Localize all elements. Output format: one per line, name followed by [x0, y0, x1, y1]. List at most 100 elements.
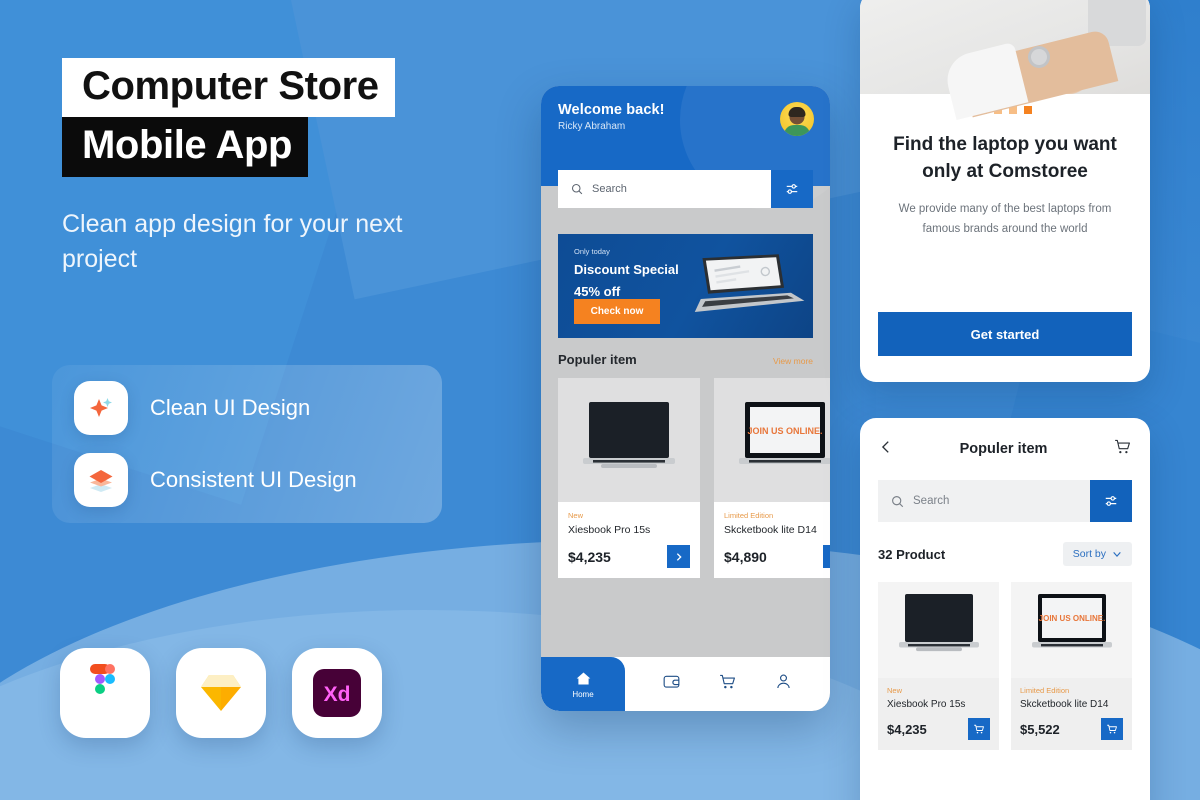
- chevron-left-icon: [881, 440, 889, 453]
- sort-by-label: Sort by: [1072, 548, 1106, 560]
- tab-wallet[interactable]: [662, 672, 681, 696]
- add-to-cart-button[interactable]: [968, 718, 990, 740]
- bottom-tab-bar: Home: [541, 657, 830, 711]
- cart-icon: [1107, 724, 1117, 734]
- grid-product-info: New Xiesbook Pro 15s $4,235: [878, 678, 999, 750]
- grid-product-image: JOIN US ONLINE.: [1011, 582, 1132, 678]
- tab-group: [625, 672, 830, 696]
- svg-text:JOIN US ONLINE.: JOIN US ONLINE.: [747, 426, 822, 436]
- grid-product-name: Xiesbook Pro 15s: [887, 699, 966, 710]
- product-info: Limited Edition Skcketbook lite D14 $4,8…: [714, 502, 830, 578]
- grid-product-card[interactable]: JOIN US ONLINE. Limited Edition Skcketbo…: [1011, 582, 1132, 750]
- product-card[interactable]: New Xiesbook Pro 15s $4,235: [558, 378, 700, 578]
- list-search-placeholder: Search: [913, 495, 950, 507]
- chevron-right-icon: [830, 552, 831, 562]
- grid-price-row: $5,522: [1020, 718, 1123, 740]
- product-detail-button[interactable]: [823, 545, 830, 568]
- grid-product-image: [878, 582, 999, 678]
- product-price: $4,235: [568, 548, 611, 565]
- greeting-text: Welcome back!: [558, 102, 665, 118]
- avatar-hair: [788, 106, 806, 117]
- poster-canvas: Computer Store Mobile App Clean app desi…: [0, 0, 1200, 800]
- user-name: Ricky Abraham: [558, 121, 626, 132]
- onboarding-photo: [860, 0, 1150, 121]
- product-count: 32 Product: [878, 546, 946, 562]
- feature-item-clean-ui: Clean UI Design: [74, 381, 420, 435]
- onboarding-title: Find the laptop you want only at Comstor…: [893, 134, 1117, 182]
- home-icon: [576, 672, 590, 684]
- grid-product-card[interactable]: New Xiesbook Pro 15s $4,235: [878, 582, 999, 750]
- laptop-icon: JOIN US ONLINE.: [1031, 594, 1112, 648]
- feature-label: Consistent UI Design: [150, 467, 357, 492]
- view-more-link[interactable]: View more: [773, 356, 813, 366]
- list-header: Populer item: [878, 436, 1132, 462]
- phone-mockup-home: Welcome back! Ricky Abraham Search Only …: [541, 86, 830, 711]
- list-search-input[interactable]: Search: [878, 480, 1090, 522]
- product-detail-button[interactable]: [667, 545, 690, 568]
- laptop-icon: [583, 402, 675, 468]
- avatar-body: [784, 125, 810, 136]
- product-carousel[interactable]: New Xiesbook Pro 15s $4,235 JOIN US ONLI…: [558, 378, 830, 578]
- product-badge: New: [568, 511, 584, 520]
- search-placeholder: Search: [592, 183, 627, 195]
- laptop-icon: [898, 594, 979, 652]
- onboarding-card: Find the laptop you want only at Comstor…: [860, 0, 1150, 382]
- filter-button[interactable]: [771, 170, 813, 208]
- tab-profile[interactable]: [774, 672, 793, 696]
- popular-section-header: Populer item View more: [558, 352, 813, 367]
- add-to-cart-button[interactable]: [1101, 718, 1123, 740]
- layers-icon: [74, 453, 128, 507]
- sort-by-dropdown[interactable]: Sort by: [1062, 542, 1132, 566]
- grid-product-badge: Limited Edition: [1020, 686, 1070, 695]
- grid-product-info: Limited Edition Skcketbook lite D14 $5,5…: [1011, 678, 1132, 750]
- svg-text:JOIN US ONLINE.: JOIN US ONLINE.: [1038, 614, 1105, 623]
- list-filter-button[interactable]: [1090, 480, 1132, 522]
- product-card[interactable]: JOIN US ONLINE. Limited Edition Skcketbo…: [714, 378, 830, 578]
- product-info: New Xiesbook Pro 15s $4,235: [558, 502, 700, 578]
- adobe-xd-icon: Xd: [292, 648, 382, 738]
- onboarding-subtitle: We provide many of the best laptops from…: [898, 202, 1112, 235]
- hero-title-row-1: Computer Store: [62, 58, 482, 118]
- laptop-icon: JOIN US ONLINE.: [739, 402, 830, 464]
- grid-product-price: $5,522: [1020, 721, 1060, 737]
- hero-title-row-2: Mobile App: [62, 117, 482, 177]
- check-now-button[interactable]: Check now: [574, 299, 660, 324]
- chevron-down-icon: [1113, 551, 1121, 557]
- product-price-row: $4,890: [724, 545, 830, 568]
- avatar[interactable]: [780, 102, 814, 136]
- tab-home[interactable]: Home: [541, 657, 625, 711]
- feature-item-consistent-ui: Consistent UI Design: [74, 453, 420, 507]
- pagination-dot-active[interactable]: [1023, 106, 1032, 114]
- hero-title-line-1: Computer Store: [62, 58, 395, 118]
- tab-home-label: Home: [572, 689, 594, 699]
- result-count-row: 32 Product Sort by: [878, 542, 1132, 566]
- design-tool-icons: Xd: [60, 648, 382, 738]
- tab-cart[interactable]: [718, 672, 737, 696]
- search-input[interactable]: Search: [558, 170, 771, 208]
- back-button[interactable]: [878, 439, 894, 460]
- wallet-icon: [663, 675, 680, 688]
- laptop-illustration: [694, 254, 805, 313]
- cart-icon: [1115, 439, 1130, 454]
- sketch-icon: [176, 648, 266, 738]
- svg-text:Xd: Xd: [324, 683, 351, 706]
- product-name: Skcketbook lite D14: [724, 524, 817, 536]
- product-grid: New Xiesbook Pro 15s $4,235 JOIN US ONLI…: [878, 582, 1132, 750]
- product-price: $4,890: [724, 548, 767, 565]
- cart-icon: [974, 724, 984, 734]
- hero-subtitle: Clean app design for your next project: [62, 209, 403, 274]
- grid-product-price: $4,235: [887, 721, 927, 737]
- profile-icon: [777, 674, 790, 689]
- grid-product-badge: New: [887, 686, 903, 695]
- sparkle-icon: [74, 381, 128, 435]
- feature-label: Clean UI Design: [150, 395, 311, 420]
- search-bar: Search: [558, 170, 813, 208]
- grid-price-row: $4,235: [887, 718, 990, 740]
- promo-banner[interactable]: Only today Discount Special 45% off Chec…: [558, 234, 813, 338]
- get-started-button[interactable]: Get started: [878, 312, 1132, 356]
- sliders-icon: [1105, 496, 1117, 506]
- cart-button[interactable]: [1113, 437, 1132, 461]
- product-badge: Limited Edition: [724, 511, 774, 520]
- cart-icon: [720, 674, 735, 689]
- hero-text-block: Computer Store Mobile App Clean app desi…: [62, 58, 482, 278]
